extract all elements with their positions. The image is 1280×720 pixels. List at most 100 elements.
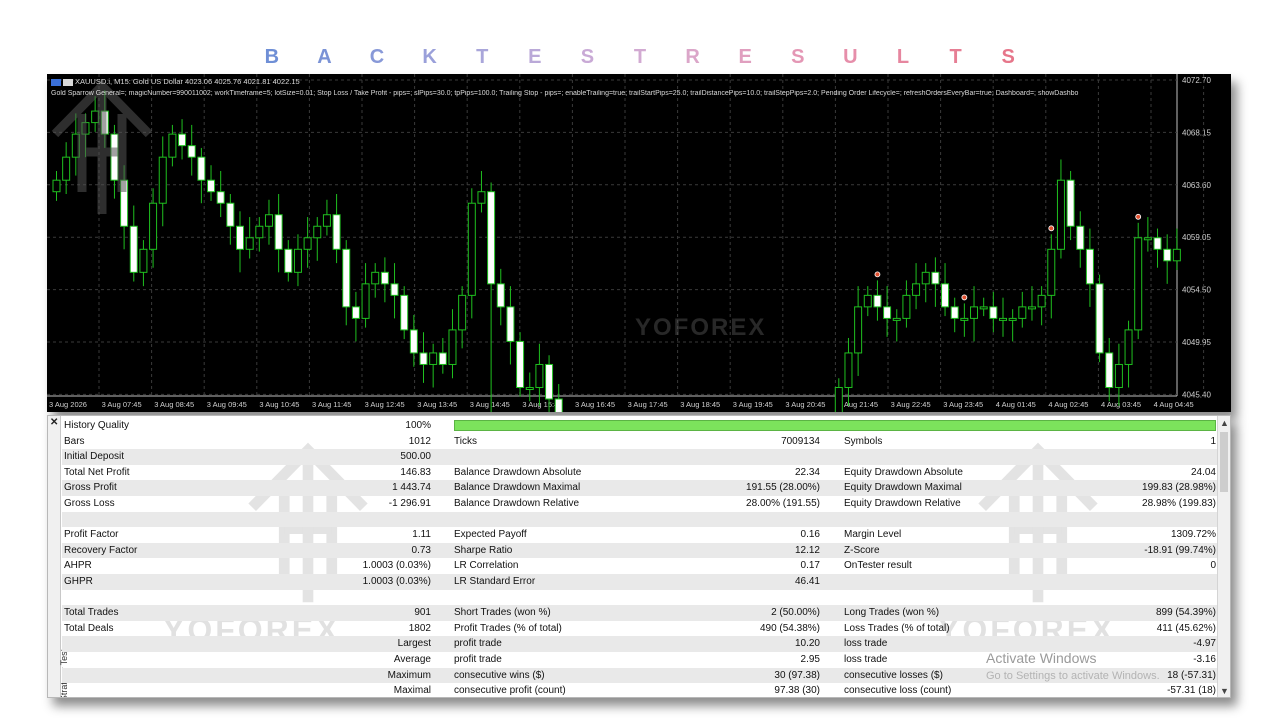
time-tick-label: 4 Aug 01:45 (996, 400, 1036, 409)
col2-value: 12.12 (794, 544, 820, 556)
scroll-down-icon[interactable]: ▼ (1220, 686, 1229, 696)
time-tick-label: 3 Aug 13:45 (417, 400, 457, 409)
banner-letter: T (476, 46, 489, 68)
col2-label: profit trade (454, 638, 502, 650)
candle-body (322, 214, 331, 227)
col2-value: 0.16 (800, 529, 820, 541)
banner-letter: L (896, 46, 910, 68)
time-tick-label: 3 Aug 21:45 (838, 400, 878, 409)
col3-value: 199.83 (28.98%) (1142, 482, 1216, 494)
scroll-up-icon[interactable]: ▲ (1220, 418, 1229, 428)
candle-body (419, 352, 428, 365)
col2-value: 97.38 (30) (774, 685, 820, 697)
candle-body (1153, 237, 1162, 250)
col2-label: LR Standard Error (454, 575, 536, 587)
trade-marker (874, 271, 881, 278)
candle-body (1066, 179, 1075, 227)
col2-label: Ticks (454, 435, 477, 447)
time-tick-label: 3 Aug 19:45 (733, 400, 773, 409)
candle-body (863, 294, 872, 308)
time-tick-label: 3 Aug 08:45 (154, 400, 194, 409)
candle-body (429, 352, 438, 365)
candle-body (168, 133, 177, 158)
candle-body (158, 156, 167, 204)
report-row: Gross Loss -1 296.91 Balance Drawdown Rela… (62, 496, 1218, 512)
report-row: Initial Deposit 500.00 (62, 449, 1218, 465)
trade-marker (1048, 225, 1055, 232)
col3-label: consecutive losses ($) (844, 669, 943, 681)
candle-body (264, 214, 273, 227)
price-tick-label: 4049.95 (1182, 338, 1211, 347)
col1-label: Bars (64, 435, 85, 447)
report-row: Recovery Factor 0.73 Sharpe Ratio 12.12 Z-Sc… (62, 542, 1218, 559)
ea-parameters-line: Gold Sparrow General=; magicNumber=99001… (51, 90, 1079, 97)
candle-body (960, 317, 969, 321)
candle-body (496, 283, 505, 308)
candle-body (873, 294, 882, 308)
col2-label: Profit Trades (% of total) (454, 622, 562, 634)
price-chart[interactable]: 4072.70 4068.15 4063.60 4059.05 4054.50 4049.… (47, 74, 1231, 412)
logo-watermark-icon (51, 79, 153, 214)
candle-body (197, 156, 206, 181)
banner-letter: U (843, 46, 858, 68)
price-tick-label: 4059.05 (1182, 233, 1211, 242)
report-row: AHPR 1.0003 (0.03%) LR Correlation 0.17 OnTe… (62, 558, 1218, 574)
candle-body (467, 202, 476, 296)
col2-label: Balance Drawdown Relative (454, 497, 580, 509)
time-tick-label: 3 Aug 2026 (49, 400, 87, 409)
scroll-thumb[interactable] (1220, 432, 1228, 492)
candle-body (342, 248, 351, 308)
candle-body (834, 386, 843, 412)
col1-value: Average (393, 653, 431, 665)
banner-letter: T (633, 46, 647, 68)
col3-value: 0 (1210, 560, 1216, 572)
candle-body (892, 317, 901, 321)
close-icon[interactable]: ✕ (50, 417, 58, 428)
col2-value: 7009134 (781, 435, 820, 447)
time-tick-label: 3 Aug 12:45 (365, 400, 405, 409)
candle-body (1037, 294, 1046, 308)
col2-value: 46.41 (794, 575, 820, 587)
candle-body (554, 398, 563, 412)
col1-label: Initial Deposit (64, 451, 125, 463)
candle-body (371, 271, 380, 285)
page-banner: BACKTESTRESULTS (0, 46, 1280, 69)
col1-label: Gross Profit (64, 482, 117, 494)
candle-body (313, 225, 322, 239)
price-tick-label: 4072.70 (1182, 76, 1211, 85)
col3-label: consecutive loss (count) (844, 685, 952, 697)
candle-body (284, 248, 293, 273)
col1-value: 1.0003 (0.03%) (362, 575, 431, 587)
col1-value: 1 443.74 (392, 482, 431, 494)
report-row: Profit Factor 1.11 Expected Payoff 0.16 Marg… (62, 527, 1218, 543)
candle-body (477, 191, 486, 204)
col3-value: 18 (-57.31) (1167, 669, 1216, 681)
col3-label: loss trade (844, 638, 888, 650)
col1-value: 1.11 (412, 529, 431, 541)
col2-value: 30 (97.38) (774, 669, 820, 681)
time-tick-label: 3 Aug 09:45 (207, 400, 247, 409)
time-tick-label: 4 Aug 03:45 (1101, 400, 1141, 409)
col1-value: 1802 (408, 622, 431, 634)
price-tick-label: 4068.15 (1182, 128, 1211, 137)
banner-letter: T (949, 46, 962, 68)
col3-value: 899 (54.39%) (1155, 607, 1216, 619)
candle-body (931, 271, 940, 285)
candle-body (1134, 237, 1143, 331)
banner-letter: E (528, 46, 542, 68)
candle-body (216, 191, 225, 204)
candle-body (245, 237, 254, 250)
report-row: Gross Profit 1 443.74 Balance Drawdown Max… (62, 480, 1218, 496)
col2-label: Balance Drawdown Absolute (454, 466, 582, 478)
chart-flag-icon (51, 78, 61, 86)
row-value: 100% (405, 420, 431, 431)
col3-value: 28.98% (199.83) (1142, 497, 1216, 509)
candle-body (351, 306, 360, 319)
col3-label: Margin Level (844, 529, 902, 541)
banner-letter: A (317, 46, 332, 68)
time-tick-label: 4 Aug 04:45 (1154, 400, 1194, 409)
candle-body (844, 352, 853, 388)
vertical-scrollbar[interactable]: ▲ ▼ (1217, 416, 1230, 697)
candle-body (921, 271, 930, 285)
col1-value: 146.83 (400, 466, 431, 478)
